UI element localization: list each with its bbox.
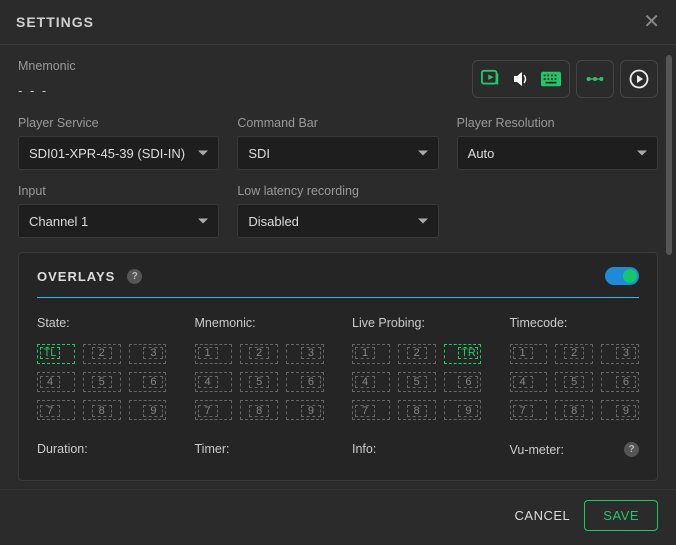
position-cell[interactable]: 2	[398, 344, 436, 364]
save-button[interactable]: SAVE	[584, 500, 658, 531]
position-cell[interactable]: 1	[195, 344, 233, 364]
modal-header: SETTINGS ✕	[0, 0, 676, 45]
position-cell[interactable]: 4	[352, 372, 390, 392]
mnemonic-label: Mnemonic	[18, 59, 472, 73]
player-service-label: Player Service	[18, 116, 219, 130]
overlay-label-vumeter: Vu-meter:	[510, 443, 564, 457]
play-screen-icon[interactable]	[481, 69, 501, 89]
player-resolution-select[interactable]: Auto	[457, 136, 658, 170]
overlays-panel: OVERLAYS ? State:TL23456789Mnemonic:1234…	[18, 252, 658, 481]
modal-footer: CANCEL SAVE	[0, 489, 676, 545]
toggle-knob	[623, 269, 637, 283]
position-cell[interactable]: 6	[129, 372, 167, 392]
position-cell[interactable]: 7	[510, 400, 548, 420]
overlay-grid-row-2: Duration:123456789 Timer:123456789 Info:12…	[37, 420, 639, 470]
toolbar-group-play	[620, 60, 658, 98]
overlay-label-state: State:	[37, 316, 70, 330]
position-cell[interactable]: 6	[601, 372, 639, 392]
position-cell[interactable]: 4	[37, 372, 75, 392]
toolbar	[472, 59, 658, 98]
position-cell[interactable]: 2	[83, 344, 121, 364]
overlays-title: OVERLAYS	[37, 269, 115, 284]
overlay-section-liveProbing: Live Probing: 12 TR 456 789	[352, 316, 482, 420]
speaker-icon[interactable]	[511, 69, 531, 89]
mnemonic-value: - - -	[18, 83, 472, 98]
player-service-select[interactable]: SDI01-XPR-45-39 (SDI-IN)	[18, 136, 219, 170]
overlay-section-timecode: Timecode: 123 456 789	[510, 316, 640, 420]
position-cell[interactable]: 6	[286, 372, 324, 392]
link-dots-icon[interactable]	[585, 69, 605, 89]
position-cell[interactable]: TL	[37, 344, 75, 364]
input-value: Channel 1	[29, 214, 88, 229]
command-bar-value: SDI	[248, 146, 270, 161]
position-cell[interactable]: 6	[444, 372, 482, 392]
position-cell[interactable]: TR	[444, 344, 482, 364]
player-resolution-value: Auto	[468, 146, 495, 161]
overlay-label-timer: Timer:	[195, 442, 230, 456]
input-select[interactable]: Channel 1	[18, 204, 219, 238]
low-latency-value: Disabled	[248, 214, 299, 229]
position-cell[interactable]: 2	[555, 344, 593, 364]
position-cell[interactable]: 8	[555, 400, 593, 420]
position-cell[interactable]: 9	[601, 400, 639, 420]
overlays-toggle[interactable]	[605, 267, 639, 285]
position-grid: 12 TR 456 789	[352, 344, 482, 420]
toolbar-group-main	[472, 60, 570, 98]
overlay-section-vumeter: Vu-meter:?123456789	[510, 442, 640, 470]
position-cell[interactable]: 3	[286, 344, 324, 364]
position-cell[interactable]: 8	[240, 400, 278, 420]
position-cell[interactable]: 3	[601, 344, 639, 364]
overlay-section-timer: Timer:123456789	[195, 442, 325, 470]
command-bar-label: Command Bar	[237, 116, 438, 130]
overlay-label-mnemonic: Mnemonic:	[195, 316, 256, 330]
modal-title: SETTINGS	[16, 14, 94, 30]
player-service-value: SDI01-XPR-45-39 (SDI-IN)	[29, 146, 185, 161]
play-circle-icon[interactable]	[629, 69, 649, 89]
close-icon[interactable]: ✕	[643, 12, 660, 32]
input-label: Input	[18, 184, 219, 198]
position-cell[interactable]: 1	[510, 344, 548, 364]
position-cell[interactable]: 8	[398, 400, 436, 420]
overlay-section-duration: Duration:123456789	[37, 442, 167, 470]
command-bar-select[interactable]: SDI	[237, 136, 438, 170]
overlay-grid-row-1: State:TL23456789Mnemonic:123456789Live P…	[37, 298, 639, 420]
cancel-button[interactable]: CANCEL	[515, 508, 571, 523]
scrollbar[interactable]	[666, 55, 672, 255]
low-latency-select[interactable]: Disabled	[237, 204, 438, 238]
position-cell[interactable]: 5	[83, 372, 121, 392]
position-cell[interactable]: 8	[83, 400, 121, 420]
position-grid: 123 456 789	[510, 344, 640, 420]
keyboard-icon[interactable]	[541, 69, 561, 89]
position-cell[interactable]: 3	[129, 344, 167, 364]
position-cell[interactable]: 7	[37, 400, 75, 420]
position-cell[interactable]: 5	[555, 372, 593, 392]
help-icon[interactable]: ?	[127, 269, 142, 284]
settings-modal: SETTINGS ✕ Mnemonic - - -	[0, 0, 676, 545]
position-cell[interactable]: 2	[240, 344, 278, 364]
position-cell[interactable]: 4	[510, 372, 548, 392]
position-cell[interactable]: 9	[286, 400, 324, 420]
position-cell[interactable]: 4	[195, 372, 233, 392]
player-resolution-label: Player Resolution	[457, 116, 658, 130]
overlay-label-duration: Duration:	[37, 442, 88, 456]
position-cell[interactable]: 1	[352, 344, 390, 364]
position-cell[interactable]: 9	[444, 400, 482, 420]
position-cell[interactable]: 9	[129, 400, 167, 420]
overlay-section-state: State: TL 23 456 789	[37, 316, 167, 420]
position-cell[interactable]: 5	[240, 372, 278, 392]
overlay-section-mnemonic: Mnemonic: 123 456 789	[195, 316, 325, 420]
overlay-label-timecode: Timecode:	[510, 316, 568, 330]
position-cell[interactable]: 5	[398, 372, 436, 392]
position-cell[interactable]: 7	[352, 400, 390, 420]
position-grid: 123 456 789	[195, 344, 325, 420]
overlay-label-liveProbing: Live Probing:	[352, 316, 425, 330]
modal-body: Mnemonic - - -	[0, 45, 676, 489]
low-latency-label: Low latency recording	[237, 184, 438, 198]
toolbar-group-link	[576, 60, 614, 98]
overlay-section-info: Info:12TR456789	[352, 442, 482, 470]
position-grid: TL 23 456 789	[37, 344, 167, 420]
position-cell[interactable]: 7	[195, 400, 233, 420]
help-icon[interactable]: ?	[624, 442, 639, 457]
overlay-label-info: Info:	[352, 442, 376, 456]
